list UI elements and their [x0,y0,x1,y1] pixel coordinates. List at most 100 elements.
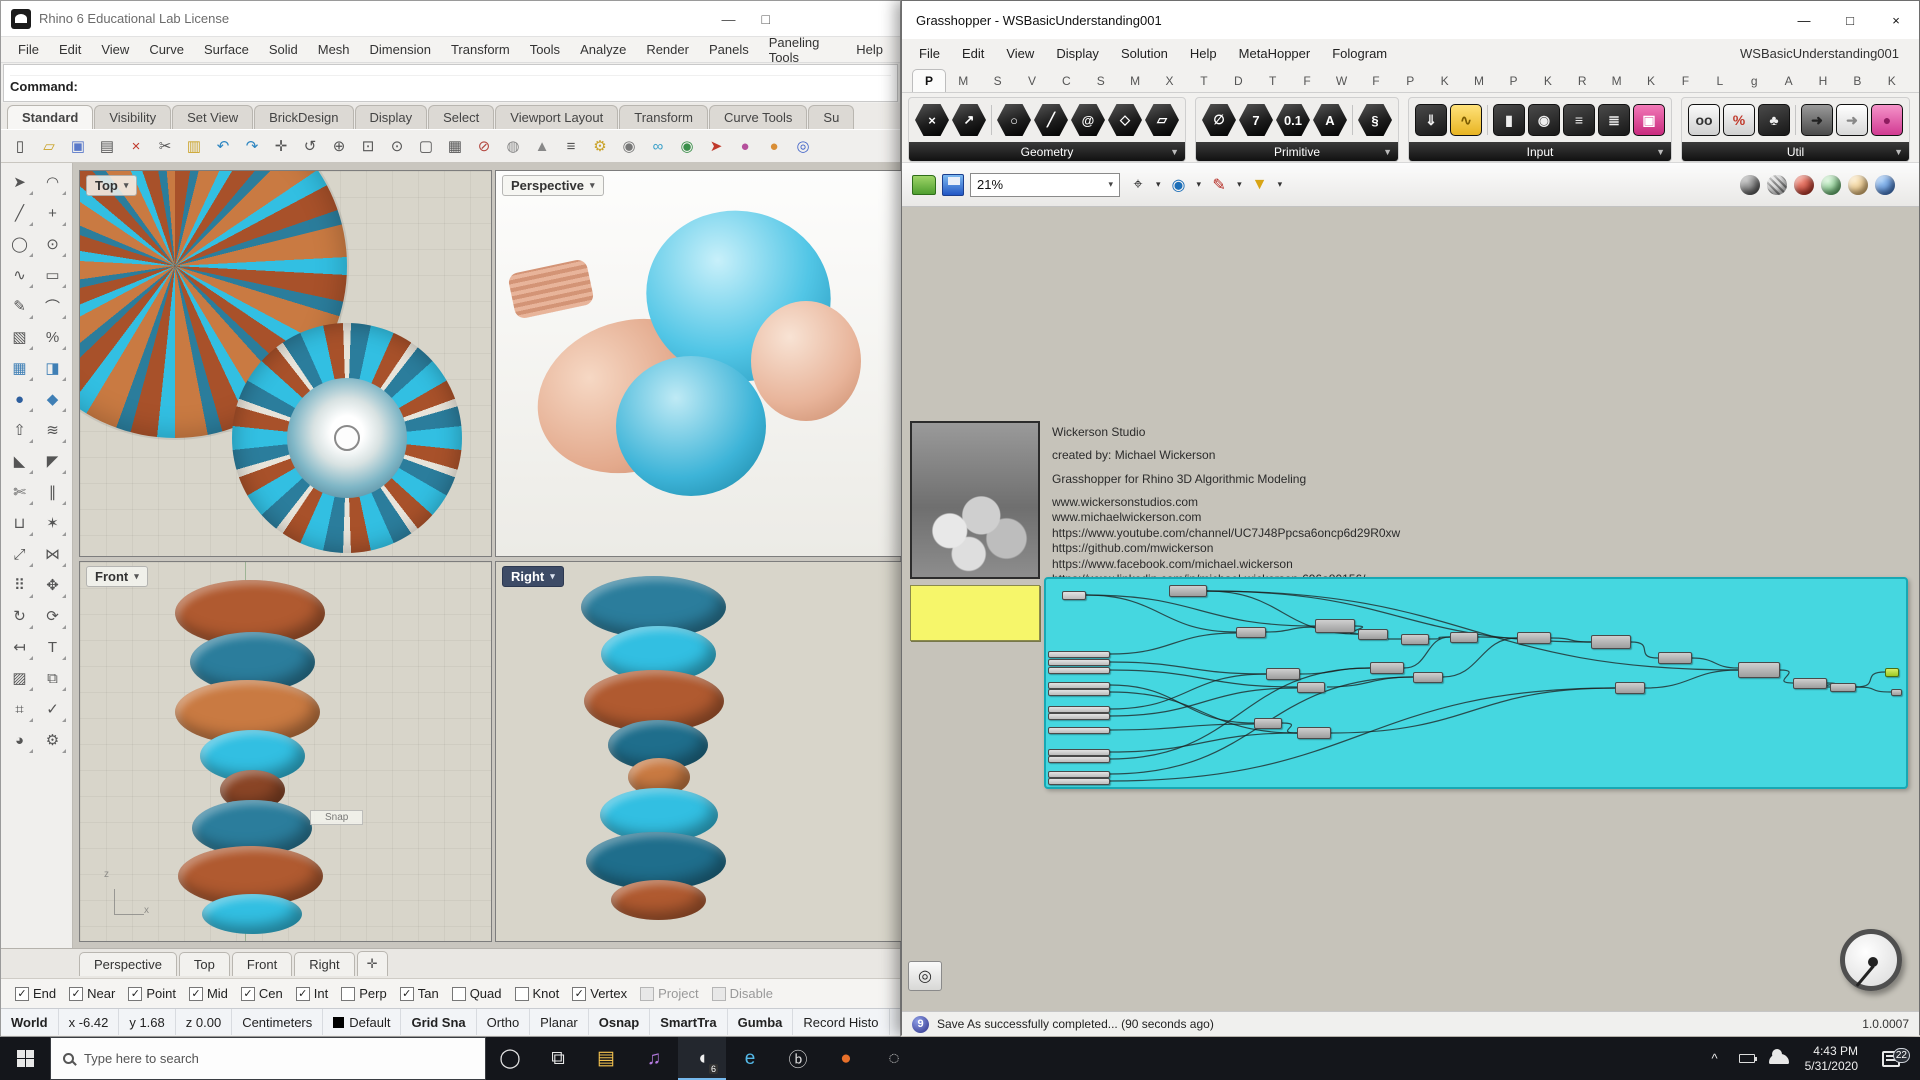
gh-node[interactable] [1401,634,1429,645]
gh-node[interactable] [1830,683,1856,692]
gh-slider-node[interactable] [1048,727,1110,734]
analyze-icon[interactable]: ✓ [37,694,68,724]
spectacles-icon[interactable]: oo [1688,104,1720,136]
obs-icon[interactable]: ◌ [870,1037,918,1080]
new-viewport-tab-button[interactable]: ✛ [356,951,388,976]
checkbox-tan[interactable]: ✓ [399,986,414,1001]
canvas-photo-thumbnail[interactable] [910,421,1040,579]
viewport-top[interactable]: Top ▾ [79,170,492,557]
revolve-icon[interactable]: % [37,322,68,352]
rendered-ball-icon[interactable] [1875,174,1895,195]
rhino-tab-curve-tools[interactable]: Curve Tools [709,105,808,129]
firefox-icon[interactable]: ● [822,1037,870,1080]
gh-category-tab-6[interactable]: M [1118,70,1152,92]
rhino-command-area[interactable]: Command: [3,64,898,102]
viewport-perspective[interactable]: Perspective ▾ [495,170,902,557]
osnap-tan[interactable]: ✓ Tan [399,986,439,1001]
gh-slider-node[interactable] [1048,749,1110,756]
gh-node[interactable] [1370,662,1404,674]
named-view-icon[interactable]: ▢ [413,133,439,159]
measure-icon[interactable]: ⌗ [4,694,35,724]
osnap-int[interactable]: ✓ Int [295,986,328,1001]
gh-menu-help[interactable]: Help [1179,42,1228,65]
chamfer-icon[interactable]: ◤ [37,446,68,476]
offset-icon[interactable]: ⌒ [37,291,68,321]
gh-category-tab-8[interactable]: T [1187,70,1221,92]
gh-category-tab-17[interactable]: P [1496,70,1530,92]
rhino-tab-viewport-layout[interactable]: Viewport Layout [495,105,619,129]
gh-node[interactable] [1591,635,1631,649]
point-icon[interactable]: + [37,198,68,228]
bucket-icon[interactable]: ▼ [1248,173,1272,197]
gh-node[interactable] [1297,727,1331,739]
gh-slider-node[interactable] [1048,651,1110,658]
checkbox-project[interactable] [640,986,655,1001]
gh-slider-node[interactable] [1062,591,1086,600]
gh-category-tab-15[interactable]: K [1427,70,1461,92]
save-icon[interactable]: ▣ [65,133,91,159]
task-view-icon[interactable]: ⧉ [534,1037,582,1080]
red-arrow-icon[interactable]: ➤ [703,133,729,159]
integer-param-icon[interactable]: 7 [1239,104,1273,136]
polyline-icon[interactable]: ╱ [4,198,35,228]
gh-category-tab-21[interactable]: K [1634,70,1668,92]
jump-in-arrow-icon[interactable]: ➜ [1801,104,1833,136]
gh-node-green[interactable] [1885,668,1899,677]
custom-preview-ball-icon[interactable] [1821,174,1841,195]
text-icon[interactable]: T [37,632,68,662]
pencil-icon[interactable]: ✎ [4,291,35,321]
paste-icon[interactable]: ▥ [181,133,207,159]
surface-icon[interactable]: ▧ [4,322,35,352]
canvas-yellow-panel[interactable] [910,585,1040,641]
rhino-menu-analyze[interactable]: Analyze [571,39,635,60]
gh-group-label-util[interactable]: Util ▼ [1682,142,1909,161]
canvas-compass-widget[interactable] [1840,929,1902,991]
osnap-disable[interactable]: Disable [711,986,773,1001]
rectangle-icon[interactable]: ▭ [37,260,68,290]
scale-icon[interactable]: ⤢ [4,539,35,569]
rhino-maximize-button[interactable]: □ [762,11,770,27]
gh-slider-node[interactable] [1048,771,1110,778]
number-param-icon[interactable]: 0.1 [1276,104,1310,136]
value-list-icon[interactable]: ≣ [1598,104,1630,136]
osnap-quad[interactable]: Quad [451,986,502,1001]
gh-category-tab-24[interactable]: g [1737,70,1771,92]
status-x-6-42[interactable]: x -6.42 [59,1009,120,1035]
zoom-focus-icon[interactable]: ⌖ [1126,173,1150,197]
gh-node[interactable] [1358,629,1388,640]
viewport-right-label[interactable]: Right ▾ [502,566,564,587]
rhino-tab-select[interactable]: Select [428,105,495,129]
spiral-param-icon[interactable]: @ [1071,104,1105,136]
properties-gear-icon[interactable]: ⚙ [587,133,613,159]
earth-icon[interactable]: ◉ [674,133,700,159]
pan-icon[interactable]: ✛ [268,133,294,159]
onedrive-cloud-icon[interactable] [1765,1048,1793,1064]
cherries-icon[interactable]: % [1723,104,1755,136]
gh-category-tab-10[interactable]: T [1256,70,1290,92]
gh-category-tab-14[interactable]: P [1393,70,1427,92]
gh-node[interactable] [1658,652,1692,664]
gh-category-tab-4[interactable]: C [1049,70,1083,92]
dim-icon[interactable]: ↤ [4,632,35,662]
rhino-command-prompt[interactable]: Command: [10,76,891,94]
gh-menu-edit[interactable]: Edit [951,42,995,65]
rotate-icon[interactable]: ↻ [4,601,35,631]
fillet-icon[interactable]: ◣ [4,446,35,476]
preview-eye-icon[interactable]: ◉ [1167,173,1191,197]
render-ball-icon[interactable]: ● [761,133,787,159]
lock-icon[interactable]: ▲ [529,133,555,159]
gh-maximize-button[interactable]: □ [1827,1,1873,39]
vector-param-icon[interactable]: ↗ [952,104,986,136]
lasso-icon[interactable]: ◠ [37,167,68,197]
gh-corner-button[interactable]: ◎ [908,961,942,991]
gh-category-tab-26[interactable]: H [1806,70,1840,92]
rhino-menu-solid[interactable]: Solid [260,39,307,60]
rhino-tab-su[interactable]: Su [808,105,855,129]
osnap-project[interactable]: Project [640,986,699,1001]
rhino-menu-transform[interactable]: Transform [442,39,519,60]
rhino-menu-render[interactable]: Render [637,39,698,60]
loft-icon[interactable]: ≋ [37,415,68,445]
gh-category-tab-25[interactable]: A [1771,70,1805,92]
gh-category-tab-16[interactable]: M [1462,70,1496,92]
gh-menu-solution[interactable]: Solution [1110,42,1179,65]
